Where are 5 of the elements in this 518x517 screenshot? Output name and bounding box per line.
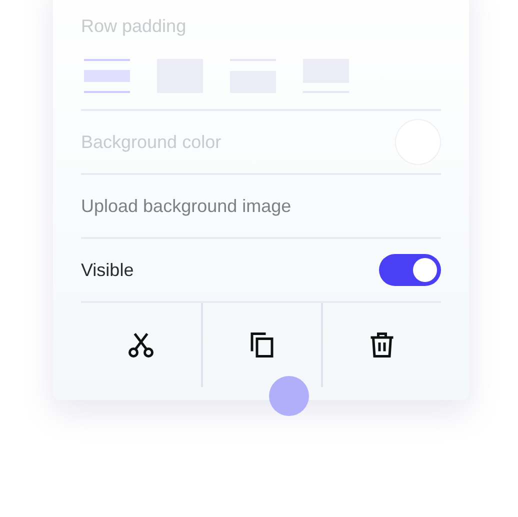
visible-toggle[interactable]: [379, 254, 441, 286]
upload-link[interactable]: Upload background image: [81, 196, 292, 216]
touch-indicator: [269, 376, 309, 416]
visible-label: Visible: [81, 260, 134, 280]
scissors-icon: [126, 330, 156, 360]
